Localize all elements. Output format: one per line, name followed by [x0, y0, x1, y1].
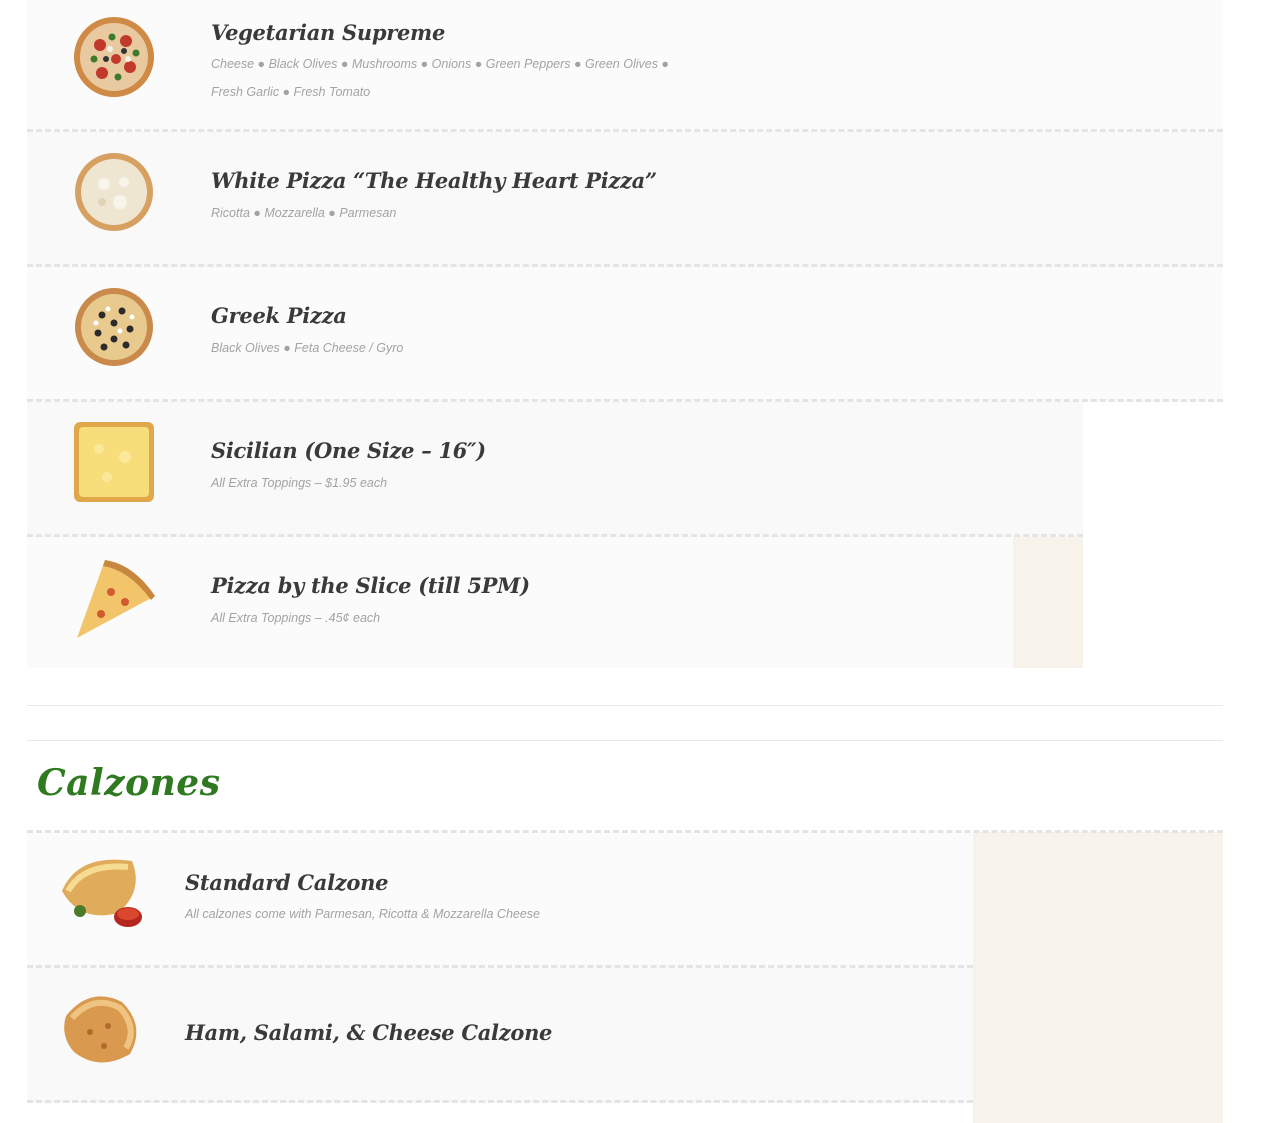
- item-title: White Pizza “The Healthy Heart Pizza”: [211, 168, 657, 193]
- sicilian-pizza-icon: [74, 422, 154, 502]
- section-divider: [27, 705, 1223, 706]
- item-title: Ham, Salami, & Cheese Calzone: [185, 1020, 553, 1045]
- section-heading-calzones: Calzones: [37, 762, 221, 804]
- calzone-price-column: [973, 832, 1223, 1123]
- item-title: Sicilian (One Size – 16″): [211, 438, 486, 463]
- item-description: Cheese ● Black Olives ● Mushrooms ● Onio…: [211, 57, 669, 71]
- menu-item-vegetarian-supreme: Vegetarian Supreme Cheese ● Black Olives…: [27, 0, 1223, 132]
- menu-item-greek-pizza: Greek Pizza Black Olives ● Feta Cheese /…: [27, 267, 1223, 402]
- item-description: Ricotta ● Mozzarella ● Parmesan: [211, 206, 397, 220]
- item-title: Greek Pizza: [211, 303, 347, 328]
- menu-item-sicilian: Sicilian (One Size – 16″) All Extra Topp…: [27, 402, 1083, 537]
- item-description: All calzones come with Parmesan, Ricotta…: [185, 907, 541, 921]
- item-description: Black Olives ● Feta Cheese / Gyro: [211, 341, 404, 355]
- item-description-line2: Fresh Garlic ● Fresh Tomato: [211, 85, 371, 99]
- pizza-slice-icon: [77, 560, 155, 638]
- item-title: Vegetarian Supreme: [211, 20, 446, 45]
- calzone-with-sauce-icon: [62, 859, 142, 927]
- menu-item-white-pizza: White Pizza “The Healthy Heart Pizza” Ri…: [27, 132, 1223, 267]
- item-title: Standard Calzone: [185, 870, 389, 895]
- vegetarian-pizza-icon: [74, 17, 154, 97]
- item-title: Pizza by the Slice (till 5PM): [211, 573, 530, 598]
- calzone-icon: [64, 996, 137, 1063]
- white-pizza-icon: [75, 153, 153, 231]
- item-description: All Extra Toppings – $1.95 each: [211, 476, 388, 490]
- section-divider: [27, 740, 1223, 741]
- menu-item-standard-calzone: Standard Calzone All calzones come with …: [27, 833, 973, 968]
- menu-item-pizza-by-the-slice: Pizza by the Slice (till 5PM) All Extra …: [27, 537, 1013, 668]
- item-description: All Extra Toppings – .45¢ each: [211, 611, 381, 625]
- greek-pizza-icon: [75, 288, 153, 366]
- menu-item-ham-salami-cheese-calzone: Ham, Salami, & Cheese Calzone: [27, 968, 973, 1103]
